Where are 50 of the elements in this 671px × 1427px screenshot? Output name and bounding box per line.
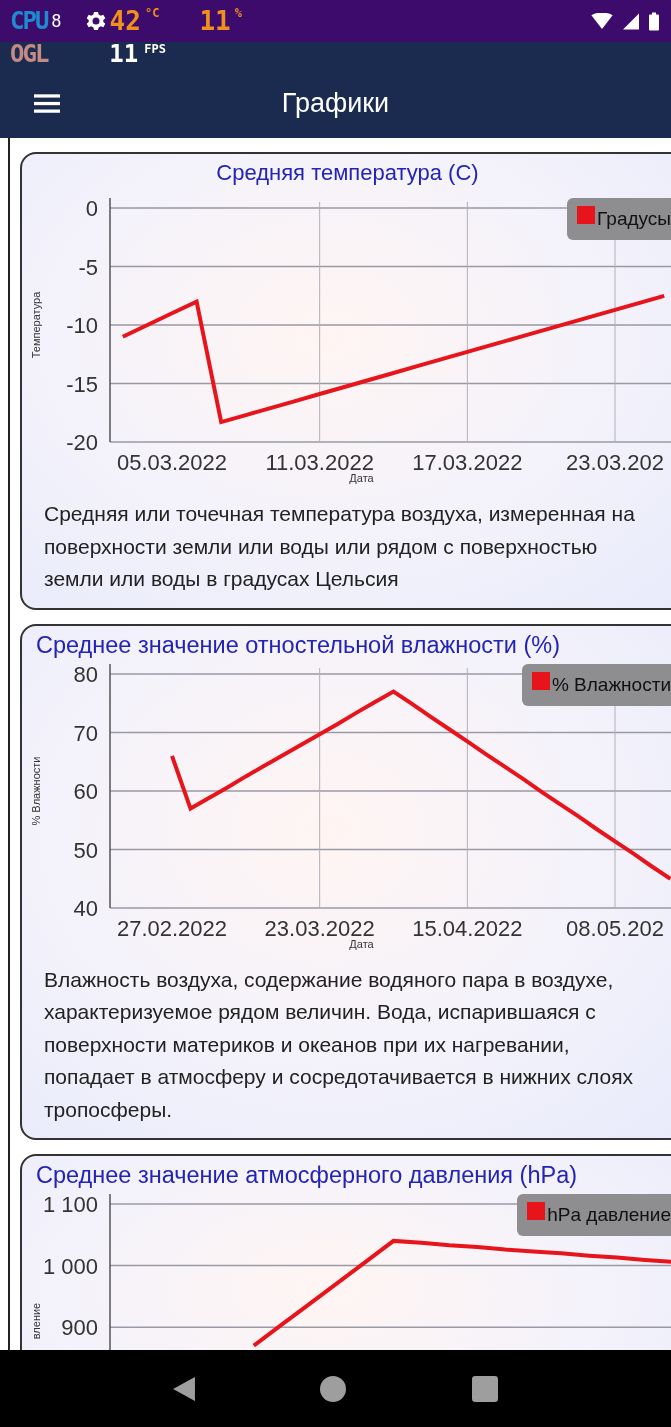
cpu-cores: 8 <box>51 11 62 31</box>
axis-tick-label: -10 <box>66 313 98 338</box>
axis-tick-label: 11.03.2022 <box>265 450 374 475</box>
axis-tick-label: 1 100 <box>42 1192 98 1218</box>
axis-tick-label: 17.03.2022 <box>412 450 523 475</box>
axis-tick-label: 27.02.2022 <box>116 915 228 941</box>
load-unit: % <box>234 6 242 20</box>
menu-icon <box>34 92 60 114</box>
recents-icon <box>472 1375 499 1402</box>
load-reading: 11 <box>199 6 231 36</box>
axis-tick-label: 900 <box>61 1315 98 1341</box>
chart-description: Влажность воздуха, содержание водяного пара в воздухе, характеризуемое рядом величин. Вода, испарившаяся с поверхности материков и океанов при их нагревании, попадает в атмосферу и сосредотачивается в нижних слоях тропосферы. <box>44 966 634 1123</box>
axis-tick-label: 50 <box>73 837 98 863</box>
axis-tick-label: -15 <box>66 371 98 397</box>
y-axis-title: % Влажности <box>30 756 42 826</box>
x-axis-title: Дата <box>349 472 374 484</box>
legend-label: Градусы <box>597 208 671 230</box>
axis-tick-label: 70 <box>73 720 98 746</box>
battery-icon <box>649 11 659 31</box>
fps-unit: FPS <box>144 42 166 56</box>
temperature-unit: °C <box>144 6 160 20</box>
axis-tick-label: 23.03.202 <box>566 450 664 475</box>
y-axis-title: вление <box>30 1303 42 1340</box>
temperature-reading: 42 <box>109 6 141 36</box>
chart-title: Среднее значение атмосферного давления (hPa) <box>35 1161 579 1189</box>
back-icon <box>172 1376 195 1401</box>
chart-title: Средняя температура (С) <box>215 159 480 187</box>
home-icon <box>320 1375 347 1402</box>
axis-tick-label: 05.03.2022 <box>116 450 228 475</box>
legend-label: hPa давление <box>547 1204 671 1227</box>
axis-tick-label: -20 <box>66 430 98 455</box>
signal-icon <box>623 12 639 30</box>
axis-tick-label: 15.04.2022 <box>412 915 523 941</box>
axis-tick-label: 08.05.202 <box>566 915 664 941</box>
axis-tick-label: 60 <box>73 778 98 804</box>
fps-reading: 11 <box>109 42 139 66</box>
gear-icon <box>85 11 106 31</box>
axis-tick-label: 40 <box>73 895 98 921</box>
chart-description: Средняя или точечная температура воздуха, измеренная на поверхности земли или воды или рядом с поверхностью земли или воды в градусах Цельсия <box>44 501 636 593</box>
gl-label: OGL <box>10 42 48 66</box>
legend-label: % Влажности <box>551 673 671 696</box>
axis-tick-label: -5 <box>78 254 98 280</box>
wifi-icon <box>591 12 613 30</box>
cpu-label: CPU <box>10 7 48 35</box>
axis-tick-label: 0 <box>85 196 98 221</box>
screen-title: Графики <box>281 87 390 119</box>
y-axis-title: Температура <box>30 291 42 359</box>
axis-tick-label: 1 000 <box>42 1253 98 1279</box>
chart-title: Среднее значение отностельной влажности (%) <box>35 630 562 658</box>
axis-tick-label: 80 <box>73 661 98 687</box>
